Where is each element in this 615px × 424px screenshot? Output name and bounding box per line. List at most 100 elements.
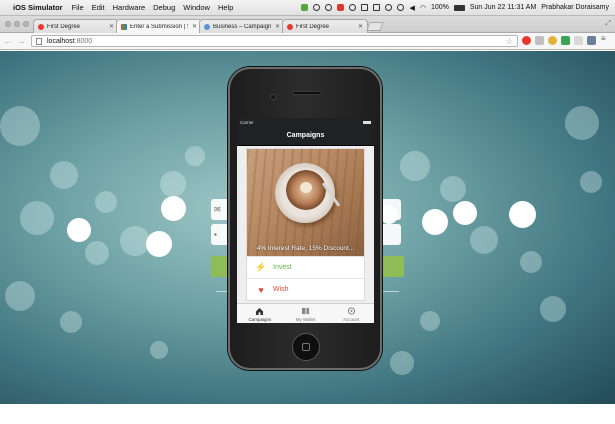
- close-tab-icon[interactable]: ✕: [109, 23, 114, 30]
- tab-label: Campaigns: [248, 317, 272, 322]
- browser-tab-4[interactable]: First Degree ✕: [282, 19, 368, 33]
- invest-button[interactable]: ⚡ Invest: [247, 256, 364, 278]
- volume-icon[interactable]: ◀: [409, 4, 414, 12]
- campaign-caption: 4% Interest Rate, 15% Discount...: [256, 245, 355, 252]
- tab-extension-icon[interactable]: [587, 36, 596, 45]
- browser-tab-2[interactable]: Enter a Submission | Smal ✕: [116, 19, 202, 33]
- phone-screen: Carrier Campaigns 4% Interest Rate, 15% …: [237, 118, 374, 323]
- campaign-list[interactable]: 4% Interest Rate, 15% Discount... ⚡ Inve…: [237, 146, 374, 303]
- headphones-tray-icon[interactable]: [313, 4, 321, 11]
- window-bottom: [0, 404, 615, 424]
- menu-file[interactable]: File: [72, 3, 84, 12]
- home-square-icon: [302, 343, 310, 351]
- colorful-icon: [121, 23, 127, 30]
- menu-window[interactable]: Window: [183, 3, 210, 12]
- sync-tray-icon[interactable]: [385, 4, 393, 11]
- tab-label: Business – Campaign: [213, 23, 271, 30]
- menubar-clock[interactable]: Sun Jun 22 11:31 AM: [470, 4, 536, 11]
- close-window-button[interactable]: [5, 21, 11, 27]
- address-bar[interactable]: localhost :8000 ☆: [31, 35, 518, 47]
- tab-my-wallet[interactable]: My Wallet: [283, 304, 329, 323]
- wish-button[interactable]: ♥ Wish: [247, 278, 364, 300]
- page-icon: [36, 37, 42, 45]
- campaign-card[interactable]: 4% Interest Rate, 15% Discount... ⚡ Inve…: [246, 148, 365, 301]
- close-tab-icon[interactable]: ✕: [192, 23, 197, 30]
- opera-extension-icon[interactable]: [522, 36, 531, 45]
- menu-hardware[interactable]: Hardware: [113, 3, 146, 12]
- yellow-extension-icon[interactable]: [548, 36, 557, 45]
- campaign-photo[interactable]: 4% Interest Rate, 15% Discount...: [247, 149, 364, 256]
- bookmark-star-icon[interactable]: ☆: [506, 37, 513, 46]
- tab-campaigns[interactable]: Campaigns: [237, 304, 283, 323]
- menu-debug[interactable]: Debug: [153, 3, 175, 12]
- grid-tray-icon[interactable]: [373, 4, 381, 11]
- fullscreen-icon[interactable]: ⤢: [605, 20, 611, 28]
- url-port: :8000: [74, 37, 93, 45]
- bokeh-light: [520, 251, 542, 273]
- opera-icon: [287, 23, 293, 30]
- close-tab-icon[interactable]: ✕: [275, 23, 280, 30]
- grey-extension-icon[interactable]: [535, 36, 544, 45]
- home-button[interactable]: [292, 333, 320, 361]
- bokeh-light: [390, 351, 414, 375]
- bokeh-light: [540, 296, 566, 322]
- tool-extension-icon[interactable]: [574, 36, 583, 45]
- bokeh-light: [95, 191, 117, 213]
- minimize-window-button[interactable]: [14, 21, 20, 27]
- new-tab-button[interactable]: [366, 22, 384, 31]
- bokeh-bright: [161, 196, 186, 221]
- evernote-tray-icon[interactable]: [301, 4, 309, 11]
- earpiece: [292, 91, 322, 95]
- window-controls: [5, 21, 29, 27]
- windows-tray-icon[interactable]: [361, 4, 369, 11]
- home-icon: [256, 307, 264, 315]
- bokeh-bright: [453, 201, 477, 225]
- bokeh-bright: [422, 209, 448, 235]
- close-tab-icon[interactable]: ✕: [358, 23, 363, 30]
- bokeh-light: [50, 161, 78, 189]
- latte-heart: [300, 182, 312, 193]
- carrier-label: Carrier: [240, 119, 254, 125]
- tab-label: Account: [343, 317, 360, 322]
- battery-icon: [453, 4, 465, 11]
- bokeh-bright: [67, 218, 91, 242]
- menu-app-name[interactable]: iOS Simulator: [13, 3, 63, 12]
- menu-icon[interactable]: ≡: [601, 34, 610, 43]
- menu-help[interactable]: Help: [218, 3, 233, 12]
- envelope-icon: ✉: [214, 205, 221, 214]
- forward-icon[interactable]: →: [16, 36, 26, 46]
- browser-toolbar: ← → ↻ localhost :8000 ☆ ≡: [0, 33, 615, 50]
- cloud-tray-icon[interactable]: [349, 4, 357, 11]
- bokeh-light: [565, 106, 599, 140]
- wish-label: Wish: [273, 286, 289, 293]
- menu-edit[interactable]: Edit: [92, 3, 105, 12]
- bokeh-light: [185, 146, 205, 166]
- tab-account[interactable]: Account: [328, 304, 374, 323]
- browser-tab-1[interactable]: First Degree ✕: [33, 19, 119, 33]
- bokeh-light: [580, 171, 602, 193]
- invest-label: Invest: [273, 264, 292, 271]
- battery-icon: [363, 120, 371, 124]
- opera-icon: [38, 23, 44, 30]
- zoom-window-button[interactable]: [23, 21, 29, 27]
- account-icon: [347, 307, 355, 315]
- battery-percent[interactable]: 100%: [431, 4, 449, 11]
- wallet-icon: [301, 307, 310, 315]
- camera-icon: [270, 94, 276, 100]
- green-extension-icon[interactable]: [561, 36, 570, 45]
- mac-menubar: iOS Simulator File Edit Hardware Debug W…: [0, 0, 615, 16]
- url-host: localhost: [47, 37, 75, 45]
- tab-label: Enter a Submission | Smal: [130, 23, 188, 30]
- back-icon[interactable]: ←: [3, 36, 13, 46]
- wifi-icon[interactable]: ◠: [420, 4, 426, 12]
- tab-bar: Campaigns My Wallet Account: [237, 303, 374, 323]
- glasses-tray-icon[interactable]: [325, 4, 333, 11]
- bokeh-light: [85, 241, 109, 265]
- bokeh-light: [420, 311, 440, 331]
- menubar-user[interactable]: Prabhakar Doraisamy: [541, 4, 609, 11]
- clock-tray-icon[interactable]: [397, 4, 405, 11]
- mail-tray-icon[interactable]: [337, 4, 345, 11]
- browser-tab-3[interactable]: Business – Campaign ✕: [199, 19, 285, 33]
- ios-status-bar: Carrier: [237, 118, 374, 126]
- page-title: Campaigns: [286, 132, 325, 139]
